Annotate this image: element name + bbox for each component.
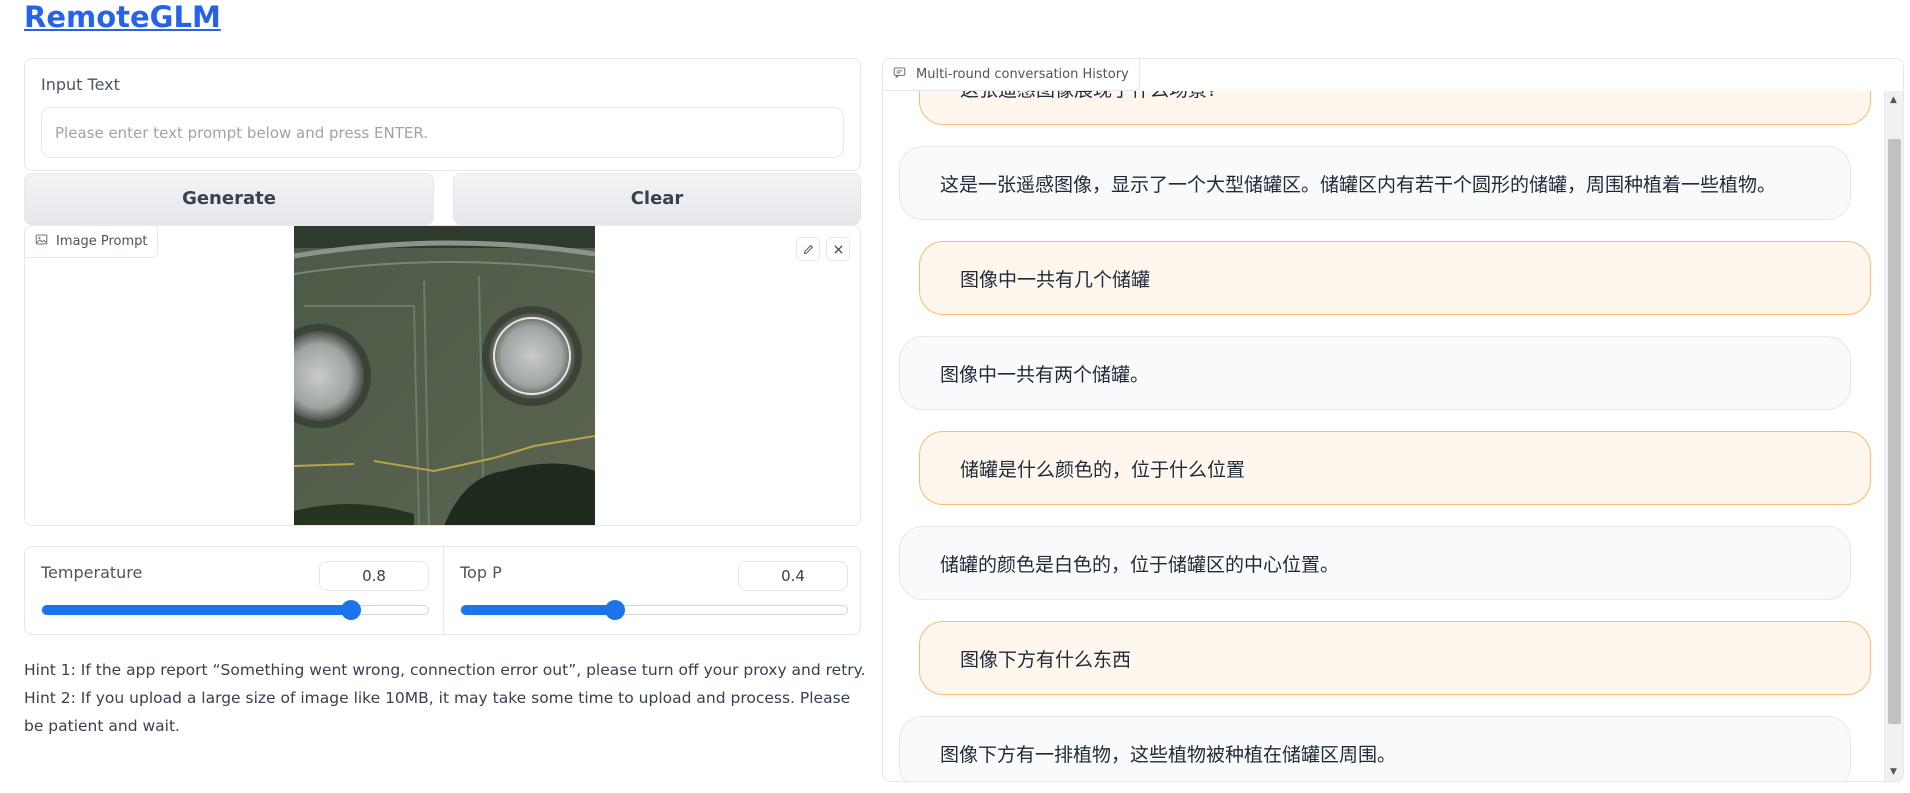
top-p-value-input[interactable]: 0.4 — [738, 561, 848, 591]
temperature-slider[interactable] — [41, 600, 429, 620]
top-p-slider[interactable] — [460, 600, 848, 620]
remote-sensing-image — [294, 226, 595, 525]
top-p-slider-fill — [461, 605, 616, 615]
input-text-label: Input Text — [41, 75, 120, 94]
temperature-value-input[interactable]: 0.8 — [319, 561, 429, 591]
top-p-label: Top P — [460, 563, 502, 582]
chat-scrollbar[interactable]: ▲ ▼ — [1884, 91, 1903, 781]
temperature-slider-fill — [42, 605, 351, 615]
chat-messages[interactable]: 这张遥感图像展现了什么场景? 这是一张遥感图像，显示了一个大型储罐区。储罐区内有若… — [883, 91, 1885, 781]
chat-history-panel: Multi-round conversation History 这张遥感图像展… — [882, 58, 1904, 782]
user-message: 这张遥感图像展现了什么场景? — [919, 91, 1871, 125]
close-icon[interactable] — [826, 237, 850, 261]
bot-message: 图像中一共有两个储罐。 — [899, 336, 1851, 410]
user-message: 图像中一共有几个储罐 — [919, 241, 1871, 315]
hint-2: Hint 2: If you upload a large size of im… — [24, 689, 851, 735]
clear-button[interactable]: Clear — [453, 173, 861, 225]
user-message: 储罐是什么颜色的，位于什么位置 — [919, 431, 1871, 505]
text-prompt-input[interactable] — [41, 107, 844, 158]
chat-history-label: Multi-round conversation History — [916, 67, 1129, 82]
temperature-slider-group: Temperature 0.8 — [25, 547, 443, 634]
chat-icon — [893, 66, 906, 83]
chat-history-tag: Multi-round conversation History — [883, 59, 1140, 91]
image-prompt-label: Image Prompt — [56, 234, 148, 249]
bot-message: 这是一张遥感图像，显示了一个大型储罐区。储罐区内有若干个圆形的储罐，周围种植着一… — [899, 146, 1851, 220]
temperature-slider-thumb[interactable] — [340, 600, 361, 620]
scroll-up-icon[interactable]: ▲ — [1890, 95, 1897, 105]
input-text-panel: Input Text — [24, 58, 861, 171]
hints: Hint 1: If the app report “Something wen… — [24, 656, 869, 740]
image-prompt-tag: Image Prompt — [25, 226, 159, 258]
bot-message: 图像下方有一排植物，这些植物被种植在储罐区周围。 — [899, 716, 1851, 781]
sliders-panel: Temperature 0.8 Top P 0.4 — [24, 546, 861, 635]
scroll-down-icon[interactable]: ▼ — [1890, 767, 1897, 777]
generate-button[interactable]: Generate — [24, 173, 434, 225]
image-prompt-panel[interactable]: Image Prompt — [24, 225, 861, 526]
app-title-link[interactable]: RemoteGLM — [24, 0, 221, 34]
image-icon — [35, 233, 48, 250]
top-p-slider-group: Top P 0.4 — [444, 547, 862, 634]
bot-message: 储罐的颜色是白色的，位于储罐区的中心位置。 — [899, 526, 1851, 600]
top-p-slider-thumb[interactable] — [605, 600, 626, 620]
user-message: 图像下方有什么东西 — [919, 621, 1871, 695]
hint-1: Hint 1: If the app report “Something wen… — [24, 661, 866, 679]
temperature-label: Temperature — [41, 563, 143, 582]
pencil-icon[interactable] — [796, 237, 820, 261]
image-actions — [796, 237, 850, 261]
scrollbar-thumb[interactable] — [1888, 139, 1901, 724]
